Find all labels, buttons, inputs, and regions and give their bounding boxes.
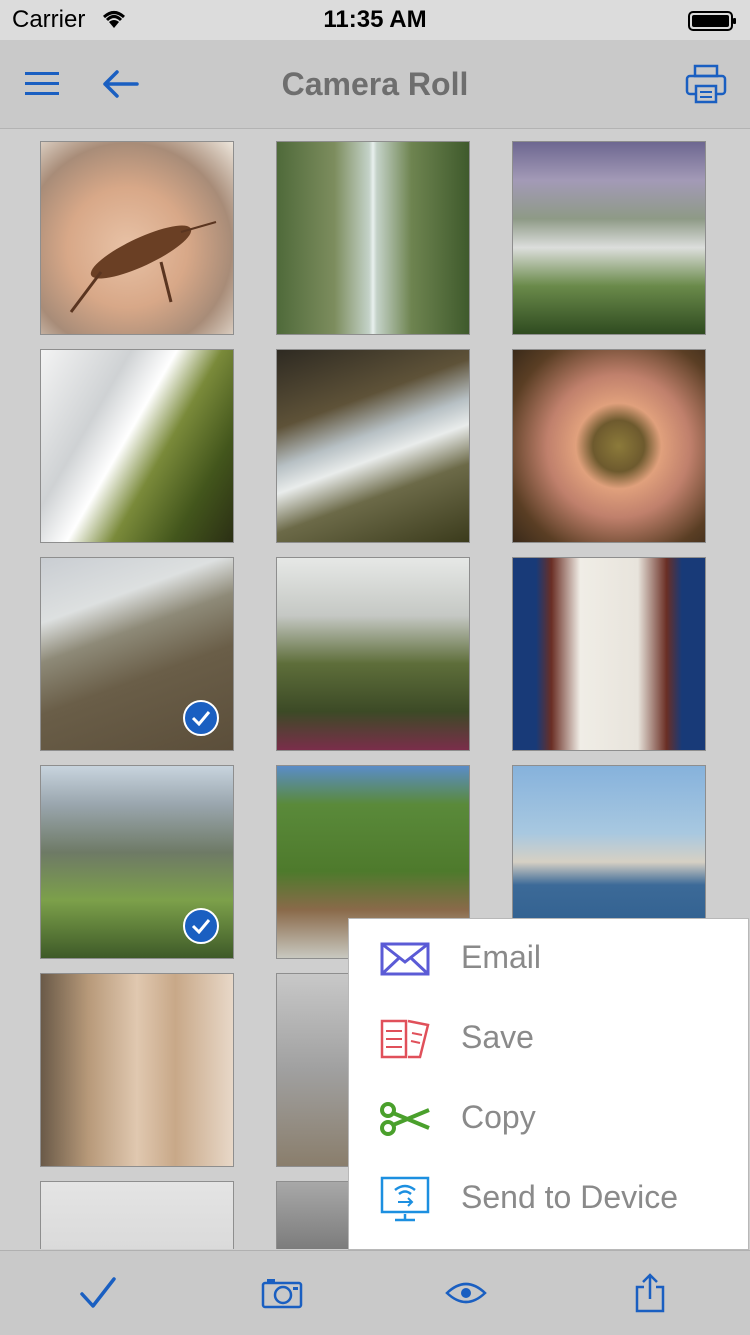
photo-thumbnail[interactable] [40,557,234,751]
photo-thumbnail[interactable] [40,141,234,335]
menu-item-label: Send to Device [461,1179,679,1215]
photo-thumbnail[interactable] [512,141,706,335]
photo-thumbnail[interactable] [40,1181,234,1249]
photo-thumbnail[interactable] [40,765,234,959]
menu-item-label: Save [461,1019,534,1055]
photo-thumbnail[interactable] [512,557,706,751]
selected-check-icon [183,908,219,944]
photo-thumbnail[interactable] [40,973,234,1167]
page-title: Camera Roll [281,66,469,102]
menu-item-label: Email [461,939,542,975]
scissors-icon [377,1097,433,1141]
photo-thumbnail[interactable] [276,557,470,751]
checkmark-icon[interactable] [74,1271,122,1315]
document-icon [377,1017,433,1061]
menu-item-send-to-device[interactable]: Send to Device [349,1159,748,1239]
status-bar: Carrier 11:35 AM [0,0,750,40]
share-menu: Email Save Copy Send to Device [348,918,749,1250]
photo-thumbnail[interactable] [276,349,470,543]
clock: 11:35 AM [323,6,427,33]
share-icon[interactable] [626,1271,674,1315]
menu-item-label: Copy [461,1099,536,1135]
wifi-monitor-icon [377,1176,433,1222]
eye-icon[interactable] [442,1271,490,1315]
photo-thumbnail[interactable] [512,349,706,543]
navigation-bar: Camera Roll [0,40,750,129]
menu-item-save[interactable]: Save [349,999,748,1079]
printer-icon[interactable] [684,62,728,106]
photo-thumbnail[interactable] [40,349,234,543]
bottom-toolbar [0,1250,750,1335]
selected-check-icon [183,700,219,736]
camera-icon[interactable] [258,1271,306,1315]
envelope-icon [377,937,433,981]
battery-icon [688,10,738,37]
menu-item-copy[interactable]: Copy [349,1079,748,1159]
photo-thumbnail[interactable] [276,141,470,335]
menu-item-email[interactable]: Email [349,919,748,999]
